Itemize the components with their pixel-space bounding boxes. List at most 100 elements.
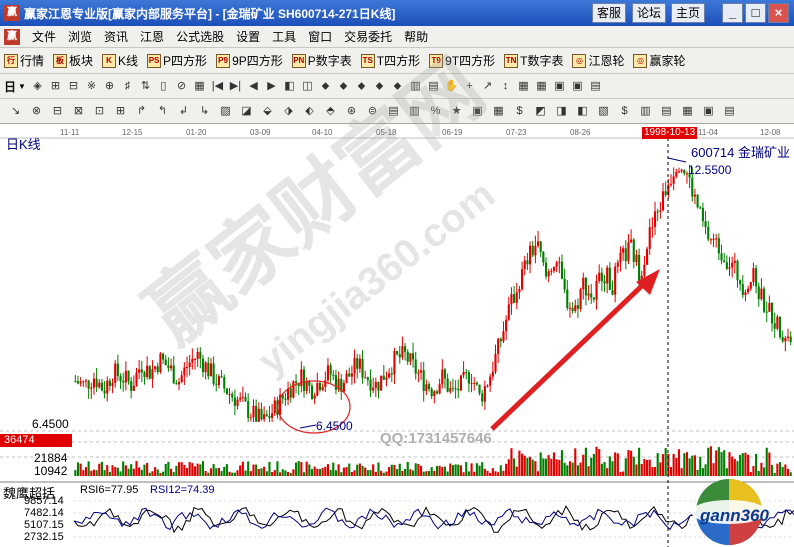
menu-browse[interactable]: 浏览 <box>62 28 98 45</box>
drawing-tool-icon[interactable]: ⊘ <box>174 79 189 94</box>
candle-body <box>409 353 412 362</box>
drawing-tool-icon[interactable]: ♯ <box>120 79 135 94</box>
candle-body <box>342 382 345 392</box>
volume-bar <box>279 472 282 476</box>
candle-body <box>369 379 372 391</box>
menu-tools[interactable]: 工具 <box>266 28 302 45</box>
drawing-tool-icon[interactable]: ▦ <box>192 79 207 94</box>
candle-body <box>382 375 385 380</box>
analysis-tool-icon[interactable]: ▣ <box>701 104 716 119</box>
drawing-tool-icon[interactable]: ⇅ <box>138 79 153 94</box>
forum-button[interactable]: 论坛 <box>632 3 666 23</box>
home-button[interactable]: 主页 <box>671 3 705 23</box>
analysis-tool-icon[interactable]: ↰ <box>155 104 170 119</box>
volume-bar <box>550 458 553 476</box>
candle-body <box>616 262 619 267</box>
analysis-tool-icon[interactable]: ▨ <box>218 104 233 119</box>
analysis-tool-icon[interactable]: ⬗ <box>281 104 296 119</box>
drawing-tool-icon[interactable]: ※ <box>84 79 99 94</box>
toolbar-quotes[interactable]: 行行情 <box>4 52 44 69</box>
drawing-tool-icon[interactable]: ▤ <box>588 79 603 94</box>
toolbar-p-table[interactable]: PN P数字表 <box>291 52 352 69</box>
menu-settings[interactable]: 设置 <box>230 28 266 45</box>
drawing-tool-icon[interactable]: ◧ <box>282 79 297 94</box>
candle-body <box>438 384 441 394</box>
drawing-tool-icon[interactable]: ▣ <box>552 79 567 94</box>
candle-body <box>576 305 579 309</box>
analysis-tool-icon[interactable]: ▤ <box>722 104 737 119</box>
toolbar-sectors[interactable]: 板板块 <box>53 52 93 69</box>
drawing-tool-icon[interactable]: ▣ <box>570 79 585 94</box>
toolbar-p-square[interactable]: PS P四方形 <box>147 52 207 69</box>
candle-body <box>114 363 117 383</box>
drawing-tool-icon[interactable]: ⊞ <box>48 79 63 94</box>
analysis-tool-icon[interactable]: $ <box>617 104 632 119</box>
candle-body <box>366 377 369 380</box>
window-title: 赢家江恩专业版[赢家内部服务平台] - [金瑞矿业 SH600714-271日K… <box>24 6 396 21</box>
candle-body <box>318 382 322 391</box>
drawing-tool-icon[interactable]: ↕ <box>498 79 513 94</box>
menu-trade[interactable]: 交易委托 <box>338 28 398 45</box>
analysis-tool-icon[interactable]: ⊟ <box>50 104 65 119</box>
toolbar-gann-wheel[interactable]: ◎ 江恩轮 <box>572 52 624 69</box>
analysis-tool-icon[interactable]: ◨ <box>554 104 569 119</box>
candle-body <box>563 278 566 290</box>
candle-body <box>231 393 234 398</box>
menu-formula[interactable]: 公式选股 <box>170 28 230 45</box>
volume-bar <box>489 472 492 476</box>
analysis-tool-icon[interactable]: ◪ <box>239 104 254 119</box>
analysis-tool-icon[interactable]: ⊠ <box>71 104 86 119</box>
analysis-tool-icon[interactable]: ↲ <box>176 104 191 119</box>
drawing-tool-icon[interactable]: ◫ <box>300 79 315 94</box>
drawing-tool-icon[interactable]: ▦ <box>516 79 531 94</box>
analysis-tool-icon[interactable]: ↳ <box>197 104 212 119</box>
drawing-tool-icon[interactable]: ▶ <box>264 79 279 94</box>
analysis-tool-icon[interactable]: ⊞ <box>113 104 128 119</box>
drawing-tool-icon[interactable]: ▦ <box>534 79 549 94</box>
maximize-icon[interactable]: □ <box>745 3 766 23</box>
close-icon[interactable]: × <box>768 3 789 23</box>
analysis-tool-icon[interactable]: ◧ <box>575 104 590 119</box>
drawing-tool-icon[interactable]: ▶| <box>228 79 243 94</box>
analysis-tool-icon[interactable]: ▥ <box>638 104 653 119</box>
toolbar-winner-wheel[interactable]: ◎ 赢家轮 <box>633 52 686 69</box>
analysis-tool-icon[interactable]: ↱ <box>134 104 149 119</box>
toolbar-t-table[interactable]: TN T数字表 <box>504 52 563 69</box>
volume-bar <box>653 466 657 476</box>
menu-info[interactable]: 资讯 <box>98 28 134 45</box>
analysis-tool-icon[interactable]: ⬙ <box>260 104 275 119</box>
toolbar-kline[interactable]: K K线 <box>102 52 138 69</box>
volume-bar <box>582 454 585 476</box>
analysis-tool-icon[interactable]: ⊗ <box>29 104 44 119</box>
analysis-tool-icon[interactable]: ◩ <box>533 104 548 119</box>
volume-bar <box>661 454 665 476</box>
candle-body <box>781 337 784 342</box>
chart-area[interactable]: 赢家财富网 yingjia360.com 11-11 12-15 01-20 03-0… <box>0 43 794 547</box>
drawing-tool-icon[interactable]: ◀ <box>246 79 261 94</box>
analysis-tool-icon[interactable]: ▤ <box>659 104 674 119</box>
date-tick: 11-11 <box>60 128 80 137</box>
drawing-tool-icon[interactable]: ⊟ <box>66 79 81 94</box>
analysis-tool-icon[interactable]: ▦ <box>680 104 695 119</box>
toolbar-9p-square[interactable]: P9 9P四方形 <box>216 52 283 69</box>
volume-bar <box>271 471 274 476</box>
drawing-tool-icon[interactable]: ⬥ <box>318 79 333 94</box>
drawing-tool-icon[interactable]: ▯ <box>156 79 171 94</box>
menu-window[interactable]: 窗口 <box>302 28 338 45</box>
drawing-tool-icon[interactable]: |◀ <box>210 79 225 94</box>
analysis-tool-icon[interactable]: ⊡ <box>92 104 107 119</box>
drawing-tool-icon[interactable]: ⬥ <box>336 79 351 94</box>
menu-file[interactable]: 文件 <box>26 28 62 45</box>
drawing-tool-icon[interactable]: ◈ <box>30 79 45 94</box>
analysis-tool-icon[interactable]: ⬖ <box>302 104 317 119</box>
minimize-icon[interactable]: _ <box>722 3 743 23</box>
period-select[interactable]: 日 ▼ <box>4 78 26 95</box>
kline-icon: K <box>102 53 117 68</box>
menu-gann[interactable]: 江恩 <box>134 28 170 45</box>
analysis-tool-icon[interactable]: ↘ <box>8 104 23 119</box>
customer-service-button[interactable]: 客服 <box>592 3 626 23</box>
analysis-tool-icon[interactable]: ▧ <box>596 104 611 119</box>
analysis-tool-icon[interactable]: $ <box>512 104 527 119</box>
volume-bar <box>624 458 627 476</box>
drawing-tool-icon[interactable]: ⊕ <box>102 79 117 94</box>
